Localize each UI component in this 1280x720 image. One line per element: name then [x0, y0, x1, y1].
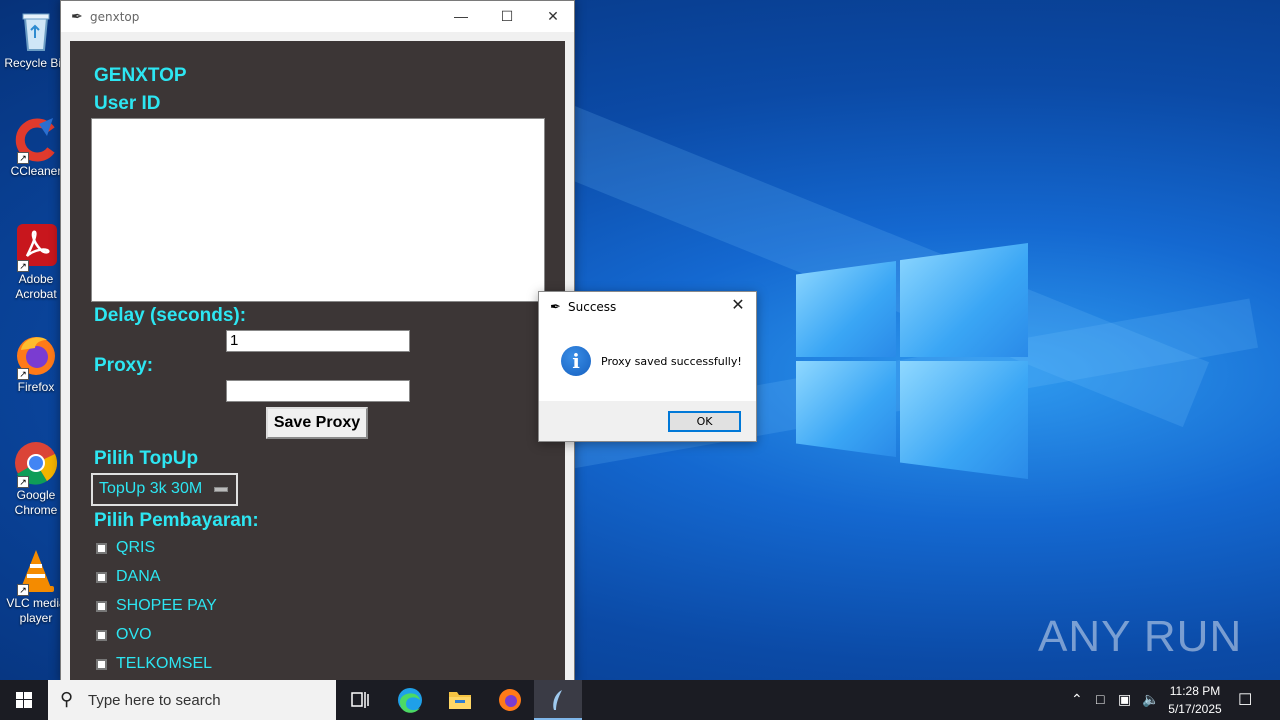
task-view-button[interactable] — [336, 680, 384, 720]
show-hidden-icons-chevron-icon[interactable]: ⌃ — [1071, 691, 1083, 708]
dialog-title: Success — [568, 300, 617, 314]
info-icon: i — [561, 346, 591, 376]
vlc-icon: ↗ — [13, 548, 59, 596]
dialog-footer: OK — [539, 401, 756, 441]
taskbar-file-explorer[interactable] — [436, 680, 484, 720]
checkbox[interactable] — [96, 543, 107, 554]
taskbar: ⚲ Type here to search ⌃ □ ▣ 🔈 11:28 PM 5… — [0, 680, 1280, 720]
anyrun-watermark: ANY RUN — [1038, 612, 1243, 661]
firefox-icon — [499, 689, 521, 711]
success-dialog: ✒ Success ✕ i Proxy saved successfully! … — [538, 291, 757, 442]
desktop-icon-label: Recycle Bin — [4, 56, 68, 70]
notifications-icon[interactable]: ☐ — [1238, 690, 1252, 710]
ccleaner-icon: ↗ — [13, 116, 59, 164]
taskbar-firefox[interactable] — [486, 680, 534, 720]
taskbar-genxtop[interactable] — [534, 680, 582, 720]
desktop-icon-label: VLC media player — [6, 596, 66, 625]
search-icon: ⚲ — [60, 689, 74, 709]
window-title: genxtop — [90, 10, 140, 24]
window-titlebar[interactable]: ✒ genxtop — ☐ ✕ — [61, 1, 574, 32]
user-id-label: User ID — [94, 93, 161, 114]
checkbox[interactable] — [96, 630, 107, 641]
feather-icon — [553, 690, 562, 710]
desktop-icon-firefox[interactable]: ↗ Firefox — [4, 332, 68, 395]
desktop-icon-label: Firefox — [17, 380, 55, 394]
clock-date[interactable]: 5/17/2025 — [1162, 702, 1228, 716]
desktop-icon-label: CCleaner — [10, 164, 62, 178]
desktop-icon-label: Google Chrome — [14, 488, 58, 517]
topup-label: Pilih TopUp — [94, 448, 199, 469]
feather-icon: ✒ — [550, 299, 561, 314]
desktop-icon-vlc[interactable]: ↗ VLC media player — [4, 548, 68, 626]
user-id-textarea[interactable] — [91, 118, 545, 302]
close-button[interactable]: ✕ — [530, 1, 576, 32]
desktop-icon-ccleaner[interactable]: ↗ CCleaner — [4, 116, 68, 179]
delay-input[interactable]: 1 — [226, 330, 410, 352]
dropdown-indicator-icon — [214, 487, 228, 492]
firefox-icon: ↗ — [13, 332, 59, 380]
clock-time[interactable]: 11:28 PM — [1166, 684, 1224, 698]
delay-label: Delay (seconds): — [94, 305, 247, 326]
desktop-icon-google-chrome[interactable]: ↗ Google Chrome — [4, 440, 68, 518]
proxy-label: Proxy: — [94, 355, 154, 376]
checkbox[interactable] — [96, 572, 107, 583]
maximize-button[interactable]: ☐ — [484, 1, 530, 32]
proxy-input[interactable] — [226, 380, 410, 402]
checkbox[interactable] — [96, 601, 107, 612]
recycle-bin-icon — [13, 8, 59, 54]
payment-option-label: DANA — [116, 568, 161, 585]
battery-icon[interactable]: □ — [1096, 691, 1104, 707]
windows-start-icon — [16, 692, 32, 708]
windows-logo — [796, 243, 1028, 479]
minimize-button[interactable]: — — [438, 1, 484, 32]
app-content: GENXTOP User ID Delay (seconds): 1 Proxy… — [70, 41, 565, 683]
chrome-icon: ↗ — [13, 440, 59, 488]
app-heading: GENXTOP — [94, 65, 187, 86]
dialog-close-button[interactable]: ✕ — [726, 294, 750, 318]
dialog-message: Proxy saved successfully! — [601, 355, 742, 368]
desktop-icon-adobe-acrobat[interactable]: ↗ Adobe Acrobat — [4, 224, 68, 302]
feather-icon: ✒ — [71, 8, 83, 24]
payment-option-label: SHOPEE PAY — [116, 597, 217, 614]
desktop-icon-recycle-bin[interactable]: Recycle Bin — [4, 8, 68, 71]
taskbar-edge[interactable] — [386, 680, 434, 720]
topup-dropdown[interactable]: TopUp 3k 30M — [91, 473, 238, 506]
payment-option-label: QRIS — [116, 539, 156, 556]
network-icon[interactable]: ▣ — [1118, 691, 1131, 708]
desktop-icon-label: Adobe Acrobat — [15, 272, 57, 301]
adobe-acrobat-icon: ↗ — [13, 224, 59, 272]
payment-option-label: TELKOMSEL — [116, 655, 213, 672]
start-button[interactable] — [0, 680, 48, 720]
payment-label: Pilih Pembayaran: — [94, 510, 259, 531]
payment-option-label: OVO — [116, 626, 152, 643]
save-proxy-button[interactable]: Save Proxy — [266, 407, 368, 439]
edge-icon — [398, 688, 422, 713]
task-view-icon — [351, 692, 369, 708]
topup-selected-value: TopUp 3k 30M — [99, 480, 203, 497]
checkbox[interactable] — [96, 659, 107, 670]
volume-icon[interactable]: 🔈 — [1142, 691, 1159, 708]
genxtop-window: ✒ genxtop — ☐ ✕ GENXTOP User ID Delay (s… — [60, 0, 575, 683]
folder-icon — [449, 692, 471, 709]
ok-button[interactable]: OK — [668, 411, 741, 432]
taskbar-search[interactable]: ⚲ Type here to search — [48, 680, 336, 720]
search-placeholder: Type here to search — [88, 692, 221, 709]
